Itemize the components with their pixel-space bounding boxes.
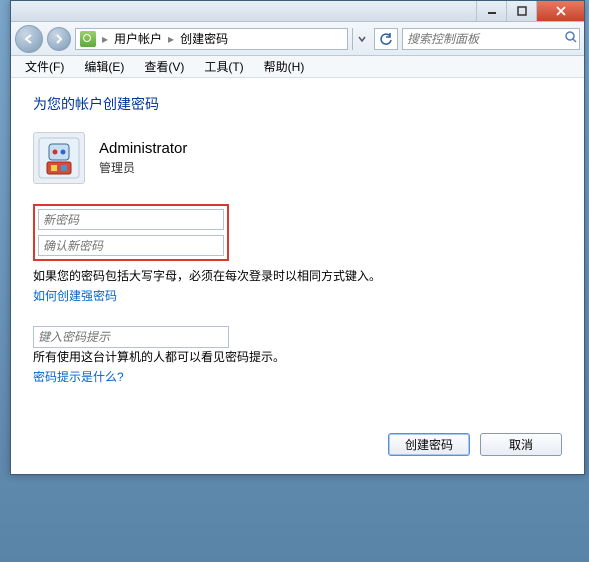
menu-bar: 文件(F) 编辑(E) 查看(V) 工具(T) 帮助(H) bbox=[11, 56, 584, 78]
menu-help[interactable]: 帮助(H) bbox=[256, 56, 313, 77]
user-accounts-icon bbox=[80, 31, 96, 47]
link-hint-what[interactable]: 密码提示是什么? bbox=[33, 367, 562, 389]
create-password-button[interactable]: 创建密码 bbox=[388, 433, 470, 456]
address-history-dropdown[interactable] bbox=[352, 28, 370, 50]
close-icon bbox=[555, 6, 567, 16]
control-panel-window: ▸ 用户帐户 ▸ 创建密码 文件(F) 编辑(E) 查看(V) 工具(T) 帮助… bbox=[10, 0, 585, 475]
link-strong-password[interactable]: 如何创建强密码 bbox=[33, 286, 562, 308]
close-button[interactable] bbox=[536, 1, 584, 21]
maximize-icon bbox=[517, 6, 527, 16]
menu-view[interactable]: 查看(V) bbox=[136, 56, 192, 77]
cancel-label: 取消 bbox=[509, 436, 533, 453]
user-text-block: Administrator 管理员 bbox=[99, 140, 187, 176]
avatar bbox=[33, 132, 85, 184]
create-password-label: 创建密码 bbox=[405, 436, 453, 453]
password-hint-input[interactable] bbox=[33, 326, 229, 348]
password-hint-note: 所有使用这台计算机的人都可以看见密码提示。 bbox=[33, 348, 562, 367]
menu-file[interactable]: 文件(F) bbox=[17, 56, 72, 77]
new-password-input[interactable] bbox=[38, 209, 224, 230]
back-arrow-icon bbox=[23, 33, 35, 45]
page-title: 为您的帐户创建密码 bbox=[33, 94, 562, 114]
forward-arrow-icon bbox=[54, 34, 64, 44]
breadcrumb-level1[interactable]: 用户帐户 bbox=[114, 30, 162, 47]
forward-button[interactable] bbox=[47, 27, 71, 51]
menu-edit[interactable]: 编辑(E) bbox=[76, 56, 132, 77]
minimize-icon bbox=[487, 6, 497, 16]
content-area: 为您的帐户创建密码 Administrator 管理员 bbox=[11, 78, 584, 474]
address-bar[interactable]: ▸ 用户帐户 ▸ 创建密码 bbox=[75, 28, 348, 50]
caps-lock-note: 如果您的密码包括大写字母，必须在每次登录时以相同方式键入。 bbox=[33, 267, 562, 286]
refresh-button[interactable] bbox=[374, 28, 398, 50]
search-icon[interactable] bbox=[564, 30, 578, 47]
breadcrumb-sep-icon: ▸ bbox=[102, 32, 108, 46]
maximize-button[interactable] bbox=[506, 1, 536, 21]
navigation-bar: ▸ 用户帐户 ▸ 创建密码 bbox=[11, 22, 584, 56]
robot-avatar-icon bbox=[37, 136, 81, 180]
back-button[interactable] bbox=[15, 25, 43, 53]
confirm-password-input[interactable] bbox=[38, 235, 224, 256]
password-fields-highlight bbox=[33, 204, 229, 261]
menu-tools[interactable]: 工具(T) bbox=[196, 56, 251, 77]
breadcrumb-level2[interactable]: 创建密码 bbox=[180, 30, 228, 47]
chevron-down-icon bbox=[358, 35, 366, 43]
title-bar bbox=[11, 1, 584, 22]
refresh-icon bbox=[379, 32, 393, 46]
action-buttons: 创建密码 取消 bbox=[388, 433, 562, 456]
cancel-button[interactable]: 取消 bbox=[480, 433, 562, 456]
window-controls bbox=[476, 1, 584, 21]
minimize-button[interactable] bbox=[476, 1, 506, 21]
breadcrumb-sep-icon: ▸ bbox=[168, 32, 174, 46]
user-role: 管理员 bbox=[99, 159, 187, 176]
search-box[interactable] bbox=[402, 28, 580, 50]
user-name: Administrator bbox=[99, 140, 187, 157]
user-info-row: Administrator 管理员 bbox=[33, 132, 562, 184]
search-input[interactable] bbox=[407, 32, 564, 46]
